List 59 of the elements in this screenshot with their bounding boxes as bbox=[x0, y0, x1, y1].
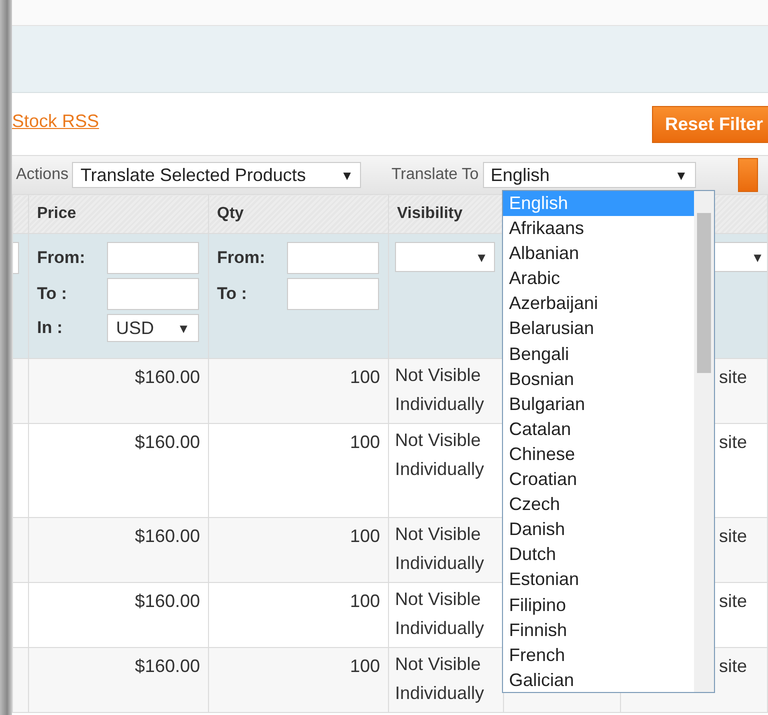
language-option[interactable]: Afrikaans bbox=[503, 216, 694, 242]
in-label: In : bbox=[37, 318, 64, 338]
to-label: To : bbox=[217, 284, 248, 304]
price-cell: $160.00 bbox=[134, 591, 200, 611]
qty-to-field[interactable] bbox=[287, 278, 379, 310]
actions-label: Actions bbox=[16, 166, 68, 184]
filter-input[interactable] bbox=[12, 242, 19, 274]
language-option[interactable]: French bbox=[503, 642, 694, 668]
table-cell: site bbox=[719, 591, 748, 611]
language-option[interactable]: Dutch bbox=[503, 542, 694, 568]
price-cell: $160.00 bbox=[134, 656, 200, 676]
table-cell: site bbox=[719, 367, 748, 387]
price-cell: $160.00 bbox=[134, 432, 200, 452]
from-label: From: bbox=[37, 248, 86, 268]
language-option[interactable]: Albanian bbox=[503, 241, 694, 266]
visibility-cell-text: Not Visible Individually bbox=[394, 588, 486, 640]
language-option[interactable]: Azerbaijani bbox=[503, 291, 694, 316]
visibility-cell-text: Not Visible Individually bbox=[394, 653, 486, 705]
language-option[interactable]: Bengali bbox=[503, 342, 694, 367]
language-option[interactable]: Czech bbox=[503, 492, 694, 518]
table-cell: site bbox=[719, 526, 748, 546]
scrollbar[interactable] bbox=[694, 191, 714, 692]
qty-from-field[interactable] bbox=[287, 242, 379, 274]
qty-cell: 100 bbox=[350, 367, 380, 387]
qty-cell: 100 bbox=[350, 591, 380, 611]
qty-cell: 100 bbox=[350, 432, 380, 452]
language-option[interactable]: Catalan bbox=[503, 416, 694, 442]
to-label: To : bbox=[37, 284, 68, 304]
language-option[interactable]: Filipino bbox=[503, 592, 694, 618]
language-option[interactable]: Bosnian bbox=[503, 366, 694, 392]
language-option[interactable]: Galician bbox=[503, 668, 694, 693]
qty-cell: 100 bbox=[350, 656, 380, 676]
language-option[interactable]: Chinese bbox=[503, 442, 694, 468]
from-label: From: bbox=[217, 248, 266, 268]
language-option[interactable]: Bulgarian bbox=[503, 392, 694, 417]
visibility-cell-text: Not Visible Individually bbox=[394, 364, 486, 416]
currency-select[interactable]: USD ▼ bbox=[107, 314, 199, 342]
qty-cell: 100 bbox=[350, 526, 380, 546]
actions-select[interactable]: Translate Selected Products ▼ bbox=[72, 162, 362, 188]
submit-button[interactable] bbox=[738, 158, 758, 192]
language-option[interactable]: Croatian bbox=[503, 467, 694, 492]
visibility-cell-text: Not Visible Individually bbox=[394, 523, 486, 575]
price-to-field[interactable] bbox=[107, 278, 199, 310]
visibility-select[interactable]: ▼ bbox=[395, 242, 495, 272]
column-header[interactable]: Price bbox=[37, 205, 76, 222]
language-option[interactable]: Finnish bbox=[503, 618, 694, 643]
price-from-field[interactable] bbox=[107, 242, 199, 274]
language-option[interactable]: Arabic bbox=[503, 266, 694, 292]
visibility-cell-text: Not Visible Individually bbox=[394, 429, 486, 481]
table-cell: site bbox=[719, 432, 748, 452]
table-cell: site bbox=[719, 656, 748, 676]
language-option[interactable]: Danish bbox=[503, 517, 694, 542]
language-option[interactable]: Belarusian bbox=[503, 316, 694, 342]
translate-to-label: Translate To bbox=[391, 166, 479, 184]
price-cell: $160.00 bbox=[134, 526, 200, 546]
price-cell: $160.00 bbox=[134, 367, 200, 387]
column-header[interactable]: Qty bbox=[217, 205, 244, 222]
translate-to-select[interactable]: English ▼ bbox=[482, 162, 696, 188]
language-option[interactable]: Estonian bbox=[503, 567, 694, 592]
